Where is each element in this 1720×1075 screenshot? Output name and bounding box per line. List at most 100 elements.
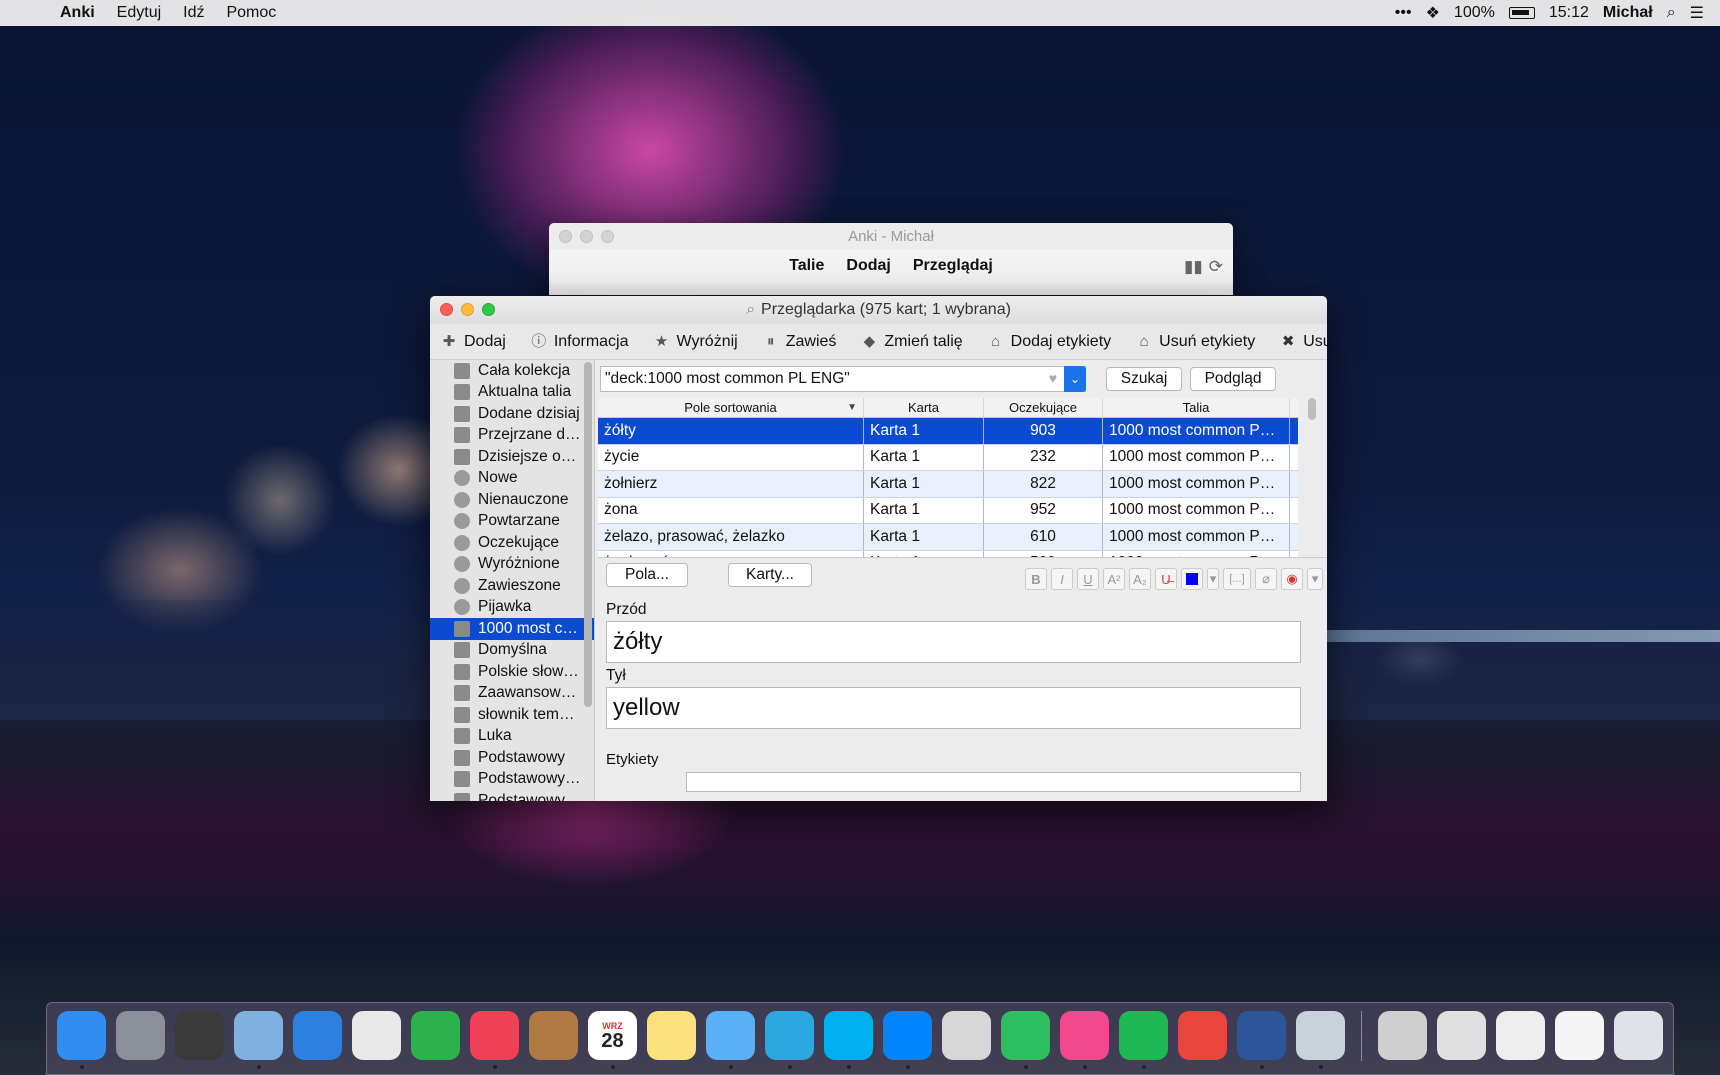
record-icon[interactable]: ◉ bbox=[1281, 568, 1303, 590]
word-icon[interactable] bbox=[1237, 1011, 1286, 1069]
underline-button[interactable]: U bbox=[1077, 568, 1099, 590]
toolbar-delete-button[interactable]: ✖ Usu bbox=[1279, 333, 1327, 351]
toolbar-info-button[interactable]: ⓘ Informacja bbox=[530, 333, 628, 351]
cards-button[interactable]: Karty... bbox=[728, 563, 812, 587]
more-menu-button[interactable]: ▾ bbox=[1307, 568, 1323, 590]
evernote-icon[interactable] bbox=[1001, 1011, 1050, 1069]
bold-button[interactable]: B bbox=[1025, 568, 1047, 590]
clock[interactable]: 15:12 bbox=[1549, 4, 1589, 22]
tab-decks[interactable]: Talie bbox=[789, 257, 824, 275]
sidebar-scrollbar[interactable] bbox=[584, 362, 592, 707]
preview-icon[interactable] bbox=[942, 1011, 991, 1060]
table-scrollbar[interactable] bbox=[1308, 398, 1316, 420]
header-deck[interactable]: Talia bbox=[1103, 398, 1290, 417]
toolbar-add-tags-button[interactable]: ⌂ Dodaj etykiety bbox=[987, 333, 1111, 351]
toolbar-remove-tags-button[interactable]: ⌂ Usuń etykiety bbox=[1135, 333, 1256, 351]
chrome-icon[interactable] bbox=[352, 1011, 401, 1060]
launchpad-icon[interactable] bbox=[116, 1011, 165, 1060]
menu-idz[interactable]: Idź bbox=[183, 4, 204, 22]
sidebar-item[interactable]: Powtarzane bbox=[430, 511, 594, 533]
contacts-icon[interactable] bbox=[529, 1011, 578, 1060]
zoom-button[interactable] bbox=[482, 303, 495, 316]
battery-icon[interactable] bbox=[1508, 7, 1535, 19]
sidebar-item[interactable]: Nienauczone bbox=[430, 489, 594, 511]
notes-icon[interactable] bbox=[647, 1011, 696, 1060]
back-field[interactable]: yellow bbox=[606, 687, 1301, 729]
search-button[interactable]: Szukaj bbox=[1106, 367, 1182, 391]
calendar-icon[interactable]: WRZ 28 bbox=[588, 1011, 637, 1069]
sidebar-item[interactable]: słownik tem… bbox=[430, 704, 594, 726]
messenger-icon[interactable] bbox=[883, 1011, 932, 1069]
superscript-button[interactable]: A² bbox=[1103, 568, 1125, 590]
messages-icon[interactable] bbox=[706, 1011, 755, 1069]
minimize-button[interactable] bbox=[580, 230, 593, 243]
pocket-icon[interactable] bbox=[470, 1011, 519, 1069]
sidebar-item[interactable]: Luka bbox=[430, 726, 594, 748]
trash-icon[interactable] bbox=[1614, 1011, 1663, 1060]
stats-icon[interactable]: ▮▮ bbox=[1184, 257, 1203, 277]
close-button[interactable] bbox=[559, 230, 572, 243]
header-card[interactable]: Karta bbox=[864, 398, 984, 417]
text-color-button[interactable] bbox=[1181, 568, 1203, 590]
cloze-button[interactable]: [...] bbox=[1223, 568, 1251, 590]
skype-icon[interactable] bbox=[824, 1011, 873, 1069]
finder-icon[interactable] bbox=[57, 1011, 106, 1069]
table-row[interactable]: żona Karta 1 952 1000 most common P… bbox=[598, 497, 1298, 524]
zoom-button[interactable] bbox=[601, 230, 614, 243]
front-field[interactable]: żółty bbox=[606, 621, 1301, 663]
sidebar-item[interactable]: Dzisiejsze o… bbox=[430, 446, 594, 468]
menu-edytuj[interactable]: Edytuj bbox=[117, 4, 161, 22]
safari-icon[interactable] bbox=[293, 1011, 342, 1060]
chevron-down-icon[interactable]: ⌄ bbox=[1064, 366, 1086, 392]
sidebar-item[interactable]: Podstawowy… bbox=[430, 790, 594, 801]
minimize-button[interactable] bbox=[461, 303, 474, 316]
color-menu-button[interactable]: ▾ bbox=[1207, 568, 1219, 590]
sidebar-item[interactable]: Aktualna talia bbox=[430, 382, 594, 404]
documents-stack-icon[interactable] bbox=[1496, 1011, 1545, 1060]
sidebar-item[interactable]: Przejrzane d… bbox=[430, 425, 594, 447]
itunes-icon[interactable] bbox=[1060, 1011, 1109, 1069]
sidebar-item[interactable]: Pijawka bbox=[430, 597, 594, 619]
anki-icon[interactable] bbox=[1296, 1011, 1345, 1069]
menu-pomoc[interactable]: Pomoc bbox=[226, 4, 276, 22]
italic-button[interactable]: I bbox=[1051, 568, 1073, 590]
table-row[interactable]: żółty Karta 1 903 1000 most common P… bbox=[598, 418, 1298, 445]
subscript-button[interactable]: A₂ bbox=[1129, 568, 1151, 590]
tab-add[interactable]: Dodaj bbox=[846, 257, 890, 275]
sidebar-item[interactable]: Podstawowy bbox=[430, 747, 594, 769]
sidebar-item[interactable]: Oczekujące bbox=[430, 532, 594, 554]
header-sort-field[interactable]: Pole sortowania ▼ bbox=[598, 398, 864, 417]
notification-center-icon[interactable]: ☰ bbox=[1690, 3, 1704, 23]
menu-app-name[interactable]: Anki bbox=[60, 4, 95, 22]
table-row[interactable]: żołnierz Karta 1 822 1000 most common P… bbox=[598, 471, 1298, 498]
tags-field[interactable] bbox=[686, 772, 1301, 792]
sidebar-item[interactable]: Domyślna bbox=[430, 640, 594, 662]
sidebar-item[interactable]: Dodane dzisiaj bbox=[430, 403, 594, 425]
table-row[interactable]: życie Karta 1 232 1000 most common P… bbox=[598, 444, 1298, 471]
downloader-icon[interactable] bbox=[1178, 1011, 1227, 1060]
search-input[interactable]: "deck:1000 most common PL ENG" ♥ ⌄ bbox=[600, 366, 1086, 392]
downloads-stack-icon[interactable] bbox=[1437, 1011, 1486, 1060]
fields-button[interactable]: Pola... bbox=[606, 563, 688, 587]
sidebar-item[interactable]: Cała kolekcja bbox=[430, 360, 594, 382]
mail-icon[interactable] bbox=[234, 1011, 283, 1069]
folder-stack-icon[interactable] bbox=[1378, 1011, 1427, 1060]
toolbar-suspend-button[interactable]: ⏸ Zawieś bbox=[762, 333, 836, 351]
user-name[interactable]: Michał bbox=[1603, 4, 1653, 22]
more-icon[interactable]: ••• bbox=[1395, 4, 1412, 22]
feedly-icon[interactable] bbox=[411, 1011, 460, 1060]
spotlight-icon[interactable]: ⌕ bbox=[1667, 4, 1676, 22]
clear-format-button[interactable]: U̶ bbox=[1155, 568, 1177, 590]
close-button[interactable] bbox=[440, 303, 453, 316]
dropbox-icon[interactable]: ❖ bbox=[1426, 3, 1440, 23]
attach-icon[interactable]: ⌀ bbox=[1255, 568, 1277, 590]
sidebar-item[interactable]: Nowe bbox=[430, 468, 594, 490]
preview-button[interactable]: Podgląd bbox=[1190, 367, 1276, 391]
tab-browse[interactable]: Przeglądaj bbox=[913, 257, 993, 275]
sidebar-item[interactable]: Wyróżnione bbox=[430, 554, 594, 576]
sidebar-item[interactable]: Zawieszone bbox=[430, 575, 594, 597]
sidebar-item[interactable]: Zaawansow… bbox=[430, 683, 594, 705]
toolbar-change-deck-button[interactable]: ◆ Zmień talię bbox=[860, 333, 963, 351]
mission-control-icon[interactable] bbox=[175, 1011, 224, 1060]
toolbar-mark-button[interactable]: ★ Wyróżnij bbox=[653, 333, 738, 351]
